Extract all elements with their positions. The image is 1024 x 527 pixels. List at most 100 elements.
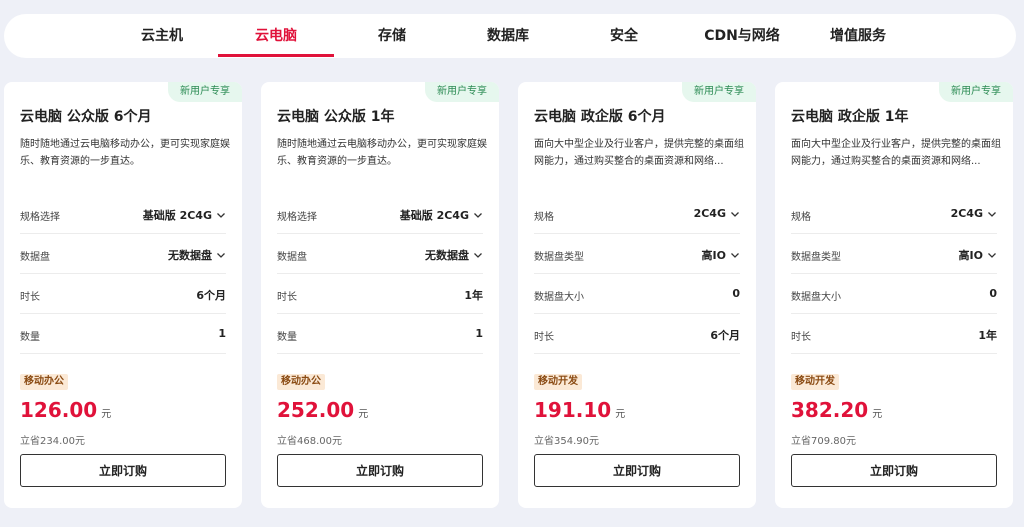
scenario-tag: 移动开发 xyxy=(534,374,582,390)
spec-select[interactable]: 基础版 2C4G xyxy=(143,207,226,223)
row-value: 基础版 2C4G xyxy=(399,209,469,222)
chevron-down-icon xyxy=(474,213,482,218)
duration-row: 时长 6个月 xyxy=(20,274,226,314)
row-label: 规格 xyxy=(534,212,554,223)
row-value: 高IO xyxy=(958,249,983,262)
price-amount: 252.00 xyxy=(277,398,355,422)
card-title: 云电脑 公众版 1年 xyxy=(277,109,395,125)
tab-value-added-services[interactable]: 增值服务 xyxy=(800,14,916,58)
row-label: 数据盘类型 xyxy=(534,252,584,263)
card-title: 云电脑 政企版 6个月 xyxy=(534,109,666,125)
card-description: 随时随地通过云电脑移动办公，更可实现家庭娱乐、教育资源的一步直达。 xyxy=(20,139,230,167)
new-user-badge: 新用户专享 xyxy=(425,82,499,102)
data-disk-row[interactable]: 数据盘 无数据盘 xyxy=(20,234,226,274)
price: 126.00 元 xyxy=(20,398,111,422)
scenario-tag: 移动办公 xyxy=(20,374,68,390)
price-unit: 元 xyxy=(101,409,112,420)
quantity-row: 数量 1 xyxy=(277,314,483,354)
tab-cloud-pc[interactable]: 云电脑 xyxy=(218,14,334,58)
row-label: 数据盘 xyxy=(20,252,50,263)
price-amount: 126.00 xyxy=(20,398,98,422)
new-user-badge: 新用户专享 xyxy=(682,82,756,102)
disk-type-select[interactable]: 高IO xyxy=(702,247,740,263)
card-title: 云电脑 政企版 1年 xyxy=(791,109,909,125)
row-value: 0 xyxy=(732,287,740,300)
buy-now-button[interactable]: 立即订购 xyxy=(534,454,740,487)
spec-row[interactable]: 规格 2C4G xyxy=(534,194,740,234)
quantity-row: 数量 1 xyxy=(20,314,226,354)
new-user-badge: 新用户专享 xyxy=(939,82,1013,102)
row-value: 6个月 xyxy=(196,289,226,302)
price: 191.10 元 xyxy=(534,398,625,422)
product-card: 新用户专享 云电脑 公众版 6个月 随时随地通过云电脑移动办公，更可实现家庭娱乐… xyxy=(4,82,242,508)
product-card: 新用户专享 云电脑 公众版 1年 随时随地通过云电脑移动办公，更可实现家庭娱乐、… xyxy=(261,82,499,508)
price-amount: 382.20 xyxy=(791,398,869,422)
product-card: 新用户专享 云电脑 政企版 1年 面向大中型企业及行业客户，提供完整的桌面组网能… xyxy=(775,82,1013,508)
disk-type-row[interactable]: 数据盘类型 高IO xyxy=(534,234,740,274)
row-label: 数据盘 xyxy=(277,252,307,263)
price-unit: 元 xyxy=(872,409,883,420)
disk-type-select[interactable]: 高IO xyxy=(959,247,997,263)
row-value: 1年 xyxy=(978,329,997,342)
tab-security[interactable]: 安全 xyxy=(566,14,682,58)
data-disk-select[interactable]: 无数据盘 xyxy=(168,247,226,263)
row-label: 时长 xyxy=(20,292,40,303)
price: 382.20 元 xyxy=(791,398,882,422)
row-value: 无数据盘 xyxy=(425,249,469,262)
product-card: 新用户专享 云电脑 政企版 6个月 面向大中型企业及行业客户，提供完整的桌面组网… xyxy=(518,82,756,508)
tab-cdn-network[interactable]: CDN与网络 xyxy=(684,14,800,58)
spec-select[interactable]: 2C4G xyxy=(694,207,740,220)
row-label: 时长 xyxy=(277,292,297,303)
card-description: 随时随地通过云电脑移动办公，更可实现家庭娱乐、教育资源的一步直达。 xyxy=(277,139,487,167)
disk-size-row: 数据盘大小 0 xyxy=(534,274,740,314)
spec-row[interactable]: 规格选择 基础版 2C4G xyxy=(277,194,483,234)
data-disk-row[interactable]: 数据盘 无数据盘 xyxy=(277,234,483,274)
row-label: 数量 xyxy=(20,332,40,343)
row-label: 数据盘大小 xyxy=(534,292,584,303)
row-label: 规格选择 xyxy=(20,212,60,223)
spec-select[interactable]: 2C4G xyxy=(951,207,997,220)
data-disk-select[interactable]: 无数据盘 xyxy=(425,247,483,263)
product-category-nav: 云主机 云电脑 存储 数据库 安全 CDN与网络 增值服务 xyxy=(4,14,1016,58)
spec-row[interactable]: 规格 2C4G xyxy=(791,194,997,234)
row-value: 0 xyxy=(989,287,997,300)
disk-type-row[interactable]: 数据盘类型 高IO xyxy=(791,234,997,274)
buy-now-button[interactable]: 立即订购 xyxy=(791,454,997,487)
duration-row: 时长 1年 xyxy=(791,314,997,354)
row-value: 1 xyxy=(218,327,226,340)
price-amount: 191.10 xyxy=(534,398,612,422)
row-label: 数据盘大小 xyxy=(791,292,841,303)
savings-text: 立省468.00元 xyxy=(277,436,342,447)
buy-now-button[interactable]: 立即订购 xyxy=(20,454,226,487)
chevron-down-icon xyxy=(731,211,739,217)
card-description: 面向大中型企业及行业客户，提供完整的桌面组网能力，通过购买整合的桌面资源和网络.… xyxy=(791,139,1001,167)
row-label: 规格 xyxy=(791,212,811,223)
row-value: 1 xyxy=(475,327,483,340)
row-label: 数据盘类型 xyxy=(791,252,841,263)
price-unit: 元 xyxy=(615,409,626,420)
duration-row: 时长 6个月 xyxy=(534,314,740,354)
row-value: 基础版 2C4G xyxy=(142,209,212,222)
scenario-tag: 移动开发 xyxy=(791,374,839,390)
spec-row[interactable]: 规格选择 基础版 2C4G xyxy=(20,194,226,234)
tab-cloud-host[interactable]: 云主机 xyxy=(104,14,220,58)
buy-now-button[interactable]: 立即订购 xyxy=(277,454,483,487)
card-description: 面向大中型企业及行业客户，提供完整的桌面组网能力，通过购买整合的桌面资源和网络.… xyxy=(534,139,744,167)
price-unit: 元 xyxy=(358,409,369,420)
chevron-down-icon xyxy=(217,253,225,258)
row-value: 6个月 xyxy=(710,329,740,342)
row-value: 1年 xyxy=(464,289,483,302)
row-label: 时长 xyxy=(791,332,811,343)
tab-database[interactable]: 数据库 xyxy=(450,14,566,58)
tab-storage[interactable]: 存储 xyxy=(334,14,450,58)
chevron-down-icon xyxy=(988,211,996,217)
row-value: 2C4G xyxy=(950,207,983,220)
row-value: 高IO xyxy=(701,249,726,262)
card-title: 云电脑 公众版 6个月 xyxy=(20,109,152,125)
chevron-down-icon xyxy=(217,213,225,218)
chevron-down-icon xyxy=(731,253,739,258)
scenario-tag: 移动办公 xyxy=(277,374,325,390)
price: 252.00 元 xyxy=(277,398,368,422)
spec-select[interactable]: 基础版 2C4G xyxy=(400,207,483,223)
chevron-down-icon xyxy=(988,253,996,258)
